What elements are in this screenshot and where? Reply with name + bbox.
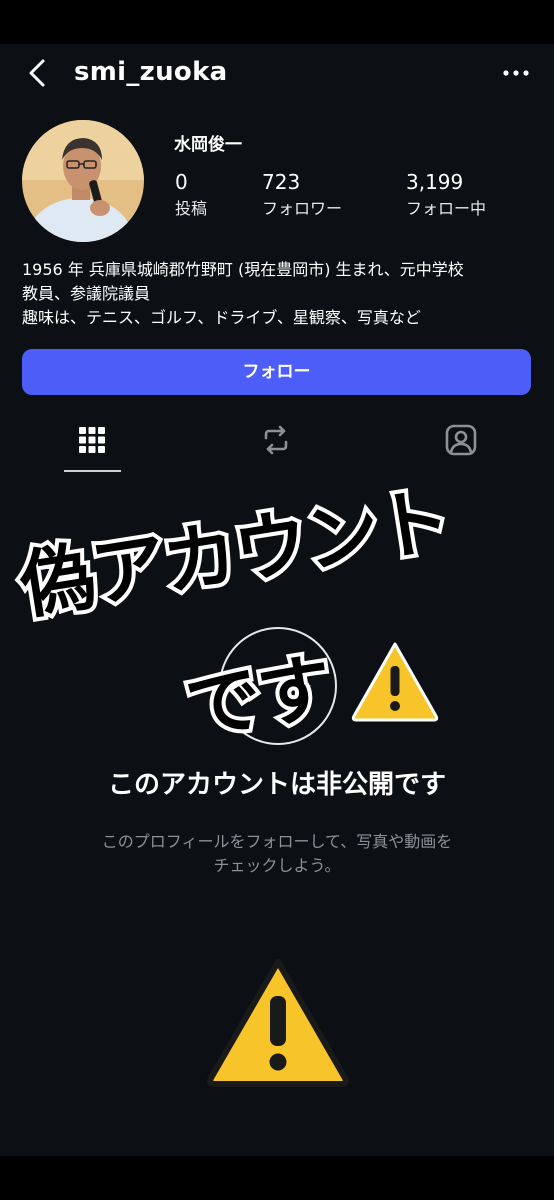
profile-screen: smi_zuoka 水岡俊一 0 投稿 723 フォロワー 3,199 フォロー… xyxy=(0,44,554,1156)
avatar[interactable] xyxy=(22,120,144,242)
warning-icon-large xyxy=(207,959,349,1087)
bio-line: 教員、参議院議員 xyxy=(22,284,151,303)
following-label: フォロー中 xyxy=(406,199,487,218)
fake-account-overlay-text: 偽アカウント xyxy=(11,473,459,634)
description-line: このプロフィールをフォローして、写真や動画を xyxy=(101,832,453,851)
display-name: 水岡俊一 xyxy=(174,135,242,155)
followers-label: フォロワー xyxy=(262,199,343,218)
posts-count: 0 xyxy=(175,170,188,194)
warning-icon xyxy=(351,642,439,722)
tab-reposts[interactable] xyxy=(256,420,296,460)
following-stat[interactable]: 3,199 フォロー中 xyxy=(406,170,486,220)
posts-label: 投稿 xyxy=(175,199,208,218)
active-tab-indicator xyxy=(64,470,121,472)
tab-tagged[interactable] xyxy=(441,420,481,460)
followers-count: 723 xyxy=(262,170,301,194)
private-account-description: このプロフィールをフォローして、写真や動画を チェックしよう。 xyxy=(57,830,497,878)
followers-stat[interactable]: 723 フォロワー xyxy=(262,170,342,220)
grid-icon xyxy=(79,427,105,453)
chevron-left-icon xyxy=(29,59,45,87)
top-bar: smi_zuoka xyxy=(0,44,554,102)
following-count: 3,199 xyxy=(406,170,464,194)
bio-line: 趣味は、テニス、ゴルフ、ドライブ、星観察、写真など xyxy=(22,308,421,327)
description-line: チェックしよう。 xyxy=(213,856,341,875)
profile-photo xyxy=(22,120,144,242)
repost-icon xyxy=(264,425,288,455)
private-account-title: このアカウントは非公開です xyxy=(107,770,446,800)
tagged-person-icon xyxy=(445,424,477,456)
bio: 1956 年 兵庫県城崎郡竹野町 (現在豊岡市) 生まれ、元中学校 教員、参議院… xyxy=(22,258,542,330)
more-horizontal-icon xyxy=(503,70,529,76)
more-options-button[interactable] xyxy=(496,56,536,90)
bio-line: 1956 年 兵庫県城崎郡竹野町 (現在豊岡市) 生まれ、元中学校 xyxy=(22,260,464,279)
follow-button[interactable]: フォロー xyxy=(22,349,531,395)
username: smi_zuoka xyxy=(74,57,228,87)
tab-grid[interactable] xyxy=(72,420,112,460)
back-button[interactable] xyxy=(22,56,56,90)
fake-account-overlay-text-2: です xyxy=(177,640,341,755)
posts-stat[interactable]: 0 投稿 xyxy=(175,170,207,220)
